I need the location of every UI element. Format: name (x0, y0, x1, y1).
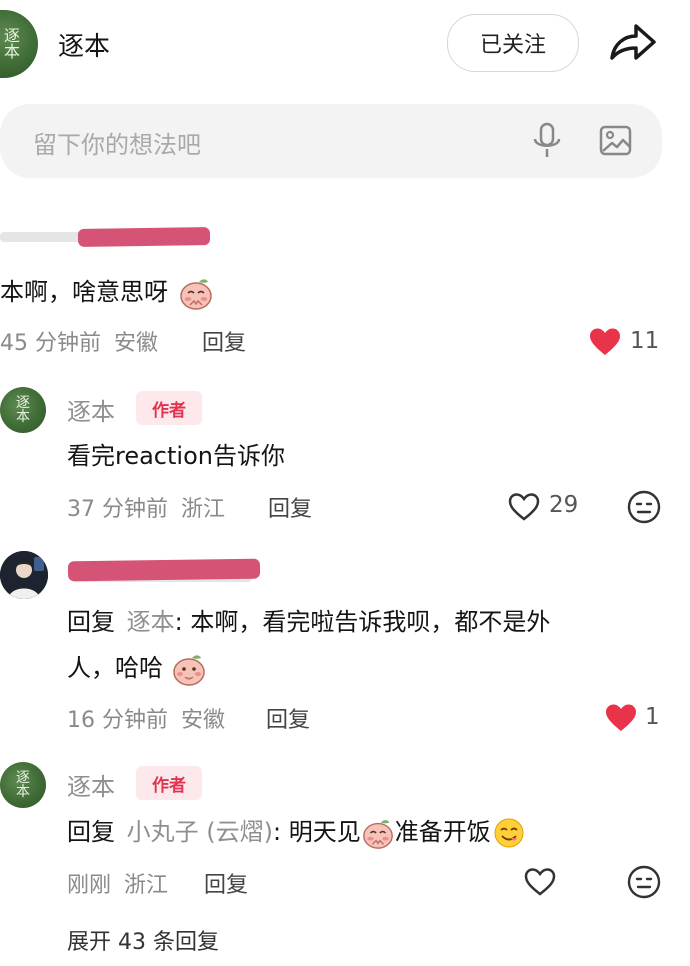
comment-meta: 37 分钟前 浙江 (67, 491, 225, 523)
comment-meta: 45 分钟前 安徽 (0, 325, 158, 357)
follow-button-label: 已关注 (479, 33, 546, 58)
avatar-char-2: 本 (3, 42, 20, 61)
image-icon[interactable] (599, 124, 633, 158)
heart-icon[interactable] (604, 703, 638, 733)
redacted-username (0, 226, 211, 247)
avatar-char-1: 逐 (16, 395, 30, 411)
comment-time: 16 分钟前 (67, 708, 168, 733)
author-avatar[interactable]: 逐 本 (0, 762, 46, 808)
dislike-face-icon[interactable] (626, 864, 662, 900)
comment-text-body-2: 人，哈哈 (67, 654, 163, 682)
redacted-username (66, 556, 266, 586)
reply-button[interactable]: 回复 (266, 702, 310, 734)
heart-outline-icon[interactable] (523, 867, 557, 897)
comment-text: 本啊，啥意思呀 (0, 274, 214, 311)
dislike-face-icon[interactable] (626, 489, 662, 525)
comment-location: 浙江 (181, 497, 226, 522)
author-name[interactable]: 逐本 (67, 767, 115, 802)
comment-text-body-2: 准备开饭 (394, 818, 491, 846)
heart-outline-icon[interactable] (507, 492, 541, 522)
yummy-face-emoji-icon (493, 817, 525, 849)
comment-text-line2: 人，哈哈 (67, 650, 207, 687)
reply-prefix: 回复 (67, 818, 115, 846)
reply-to-name[interactable]: 逐本 (127, 608, 175, 636)
comment-time: 37 分钟前 (67, 497, 168, 522)
like-count: 11 (630, 328, 660, 354)
shy-peach-emoji-icon (361, 816, 395, 850)
reply-button[interactable]: 回复 (268, 491, 312, 523)
avatar-char-2: 本 (16, 784, 30, 800)
page-title-username[interactable]: 逐本 (58, 26, 110, 63)
like-count: 1 (645, 704, 660, 730)
comment-time: 刚刚 (67, 873, 112, 898)
author-avatar[interactable]: 逐 本 (0, 387, 46, 433)
comment-meta: 16 分钟前 安徽 (67, 702, 225, 734)
comment-location: 安徽 (114, 331, 159, 356)
share-icon[interactable] (606, 18, 658, 66)
comment-location: 浙江 (124, 873, 169, 898)
comment-input-placeholder[interactable]: 留下你的想法吧 (33, 125, 201, 160)
reply-to-name[interactable]: 小丸子 (云熠) (127, 818, 273, 846)
comment-text: 回复 小丸子 (云熠): 明天见 准备开饭 (67, 814, 525, 850)
reply-button[interactable]: 回复 (202, 325, 246, 357)
follow-button[interactable]: 已关注 (447, 14, 579, 72)
profile-avatar[interactable]: 逐 本 (0, 10, 38, 78)
expand-replies-button[interactable]: 展开 43 条回复 (67, 924, 219, 956)
avatar-char-2: 本 (16, 409, 30, 425)
author-name[interactable]: 逐本 (67, 392, 115, 427)
comment-text: 看完reaction告诉你 (67, 442, 285, 470)
comment-text-body: : 明天见 (273, 818, 361, 846)
user-avatar[interactable] (0, 551, 48, 599)
author-badge: 作者 (136, 391, 202, 425)
comment-time: 45 分钟前 (0, 331, 101, 356)
heart-icon[interactable] (588, 327, 622, 357)
reply-button[interactable]: 回复 (204, 867, 248, 899)
comment-text: 回复 逐本: 本啊，看完啦告诉我呗，都不是外 (67, 604, 550, 640)
author-badge: 作者 (136, 766, 202, 800)
reply-prefix: 回复 (67, 608, 115, 636)
comment-text-body: 本啊，啥意思呀 (0, 278, 168, 306)
comment-text-body: : 本啊，看完啦告诉我呗，都不是外 (174, 608, 551, 636)
avatar-char-1: 逐 (16, 770, 30, 786)
shy-peach-emoji-icon (178, 275, 214, 311)
shy-peach-emoji-icon (171, 651, 207, 687)
comment-meta: 刚刚 浙江 (67, 867, 168, 899)
microphone-icon[interactable] (532, 122, 562, 160)
comment-location: 安徽 (181, 708, 226, 733)
like-count: 29 (549, 492, 579, 518)
